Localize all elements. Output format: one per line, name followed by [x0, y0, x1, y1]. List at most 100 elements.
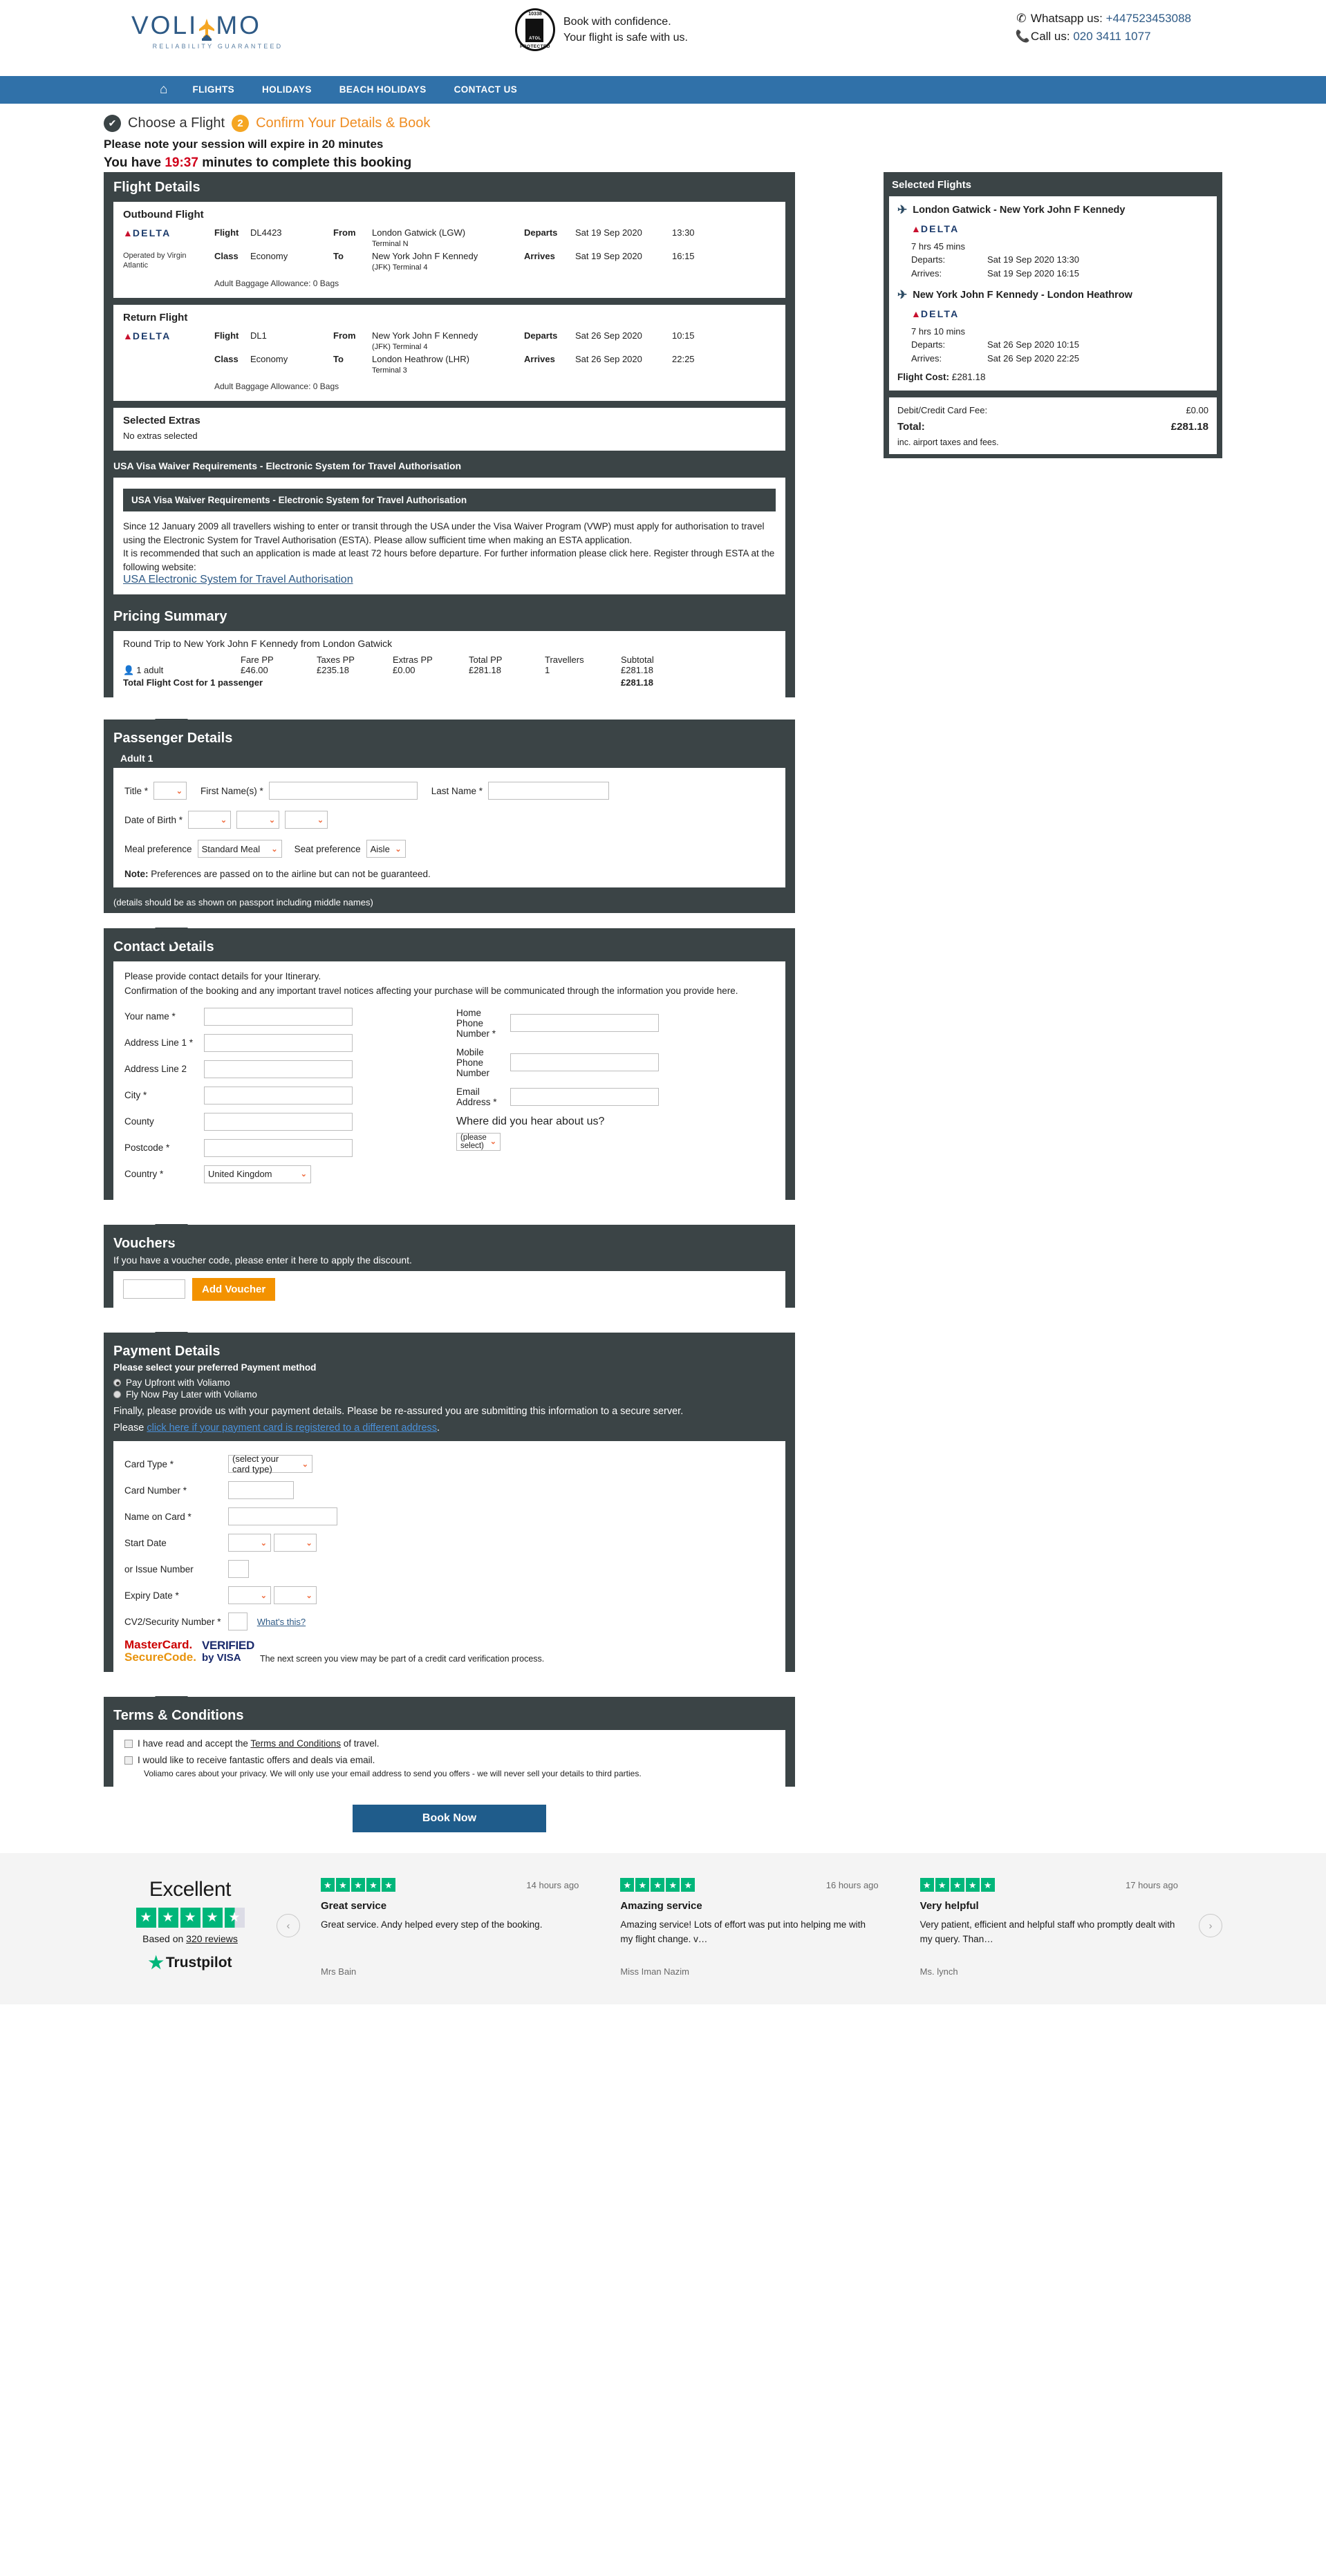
last-name-label: Last Name *	[431, 785, 483, 796]
address2-label: Address Line 2	[124, 1064, 187, 1075]
pricing-subtotal: £281.18	[621, 665, 653, 676]
terms-link[interactable]: Terms and Conditions	[250, 1738, 341, 1749]
seat-select[interactable]: Aisle ⌄	[366, 840, 406, 858]
start-date-month-select[interactable]: ⌄	[228, 1534, 271, 1552]
dob-day-select[interactable]: ⌄	[188, 811, 232, 829]
accept-terms-text: I have read and accept the Terms and Con…	[138, 1738, 379, 1749]
session-suffix: minutes to complete this booking	[198, 155, 412, 170]
cv2-input[interactable]	[228, 1613, 248, 1631]
first-name-input[interactable]	[268, 782, 418, 800]
outbound-arrives-time: 16:15	[672, 251, 695, 262]
card-verify-note: The next screen you view may be part of …	[259, 1654, 545, 1664]
card-type-label: Card Type *	[124, 1458, 174, 1469]
nav-item-flights[interactable]: FLIGHTS	[178, 76, 248, 104]
contact-details-title: Contact Details	[113, 939, 214, 955]
mastercard-securecode-logo: MasterCard. SecureCode.	[124, 1639, 196, 1664]
address1-input[interactable]	[204, 1033, 353, 1052]
atol-label: ATOL	[529, 37, 541, 41]
star-icon: ★	[620, 1878, 635, 1892]
dob-year-select[interactable]: ⌄	[285, 811, 328, 829]
home-icon[interactable]: ⌂	[149, 76, 178, 104]
chevron-down-icon: ⌄	[268, 816, 276, 825]
review-1-body: Great service. Andy helped every step of…	[321, 1919, 543, 1930]
issue-number-input[interactable]	[228, 1560, 249, 1579]
county-input[interactable]	[204, 1112, 353, 1131]
trustpilot-brand-label: Trustpilot	[165, 1955, 232, 1971]
step-1-label[interactable]: Choose a Flight	[128, 115, 225, 131]
call-row[interactable]: 📞Call us: 020 3411 1077	[1016, 28, 1191, 46]
whatsapp-row[interactable]: ✆ Whatsapp us: +447523453088	[1016, 10, 1191, 28]
accept-terms-checkbox[interactable]	[124, 1740, 133, 1749]
outbound-baggage: Adult Baggage Allowance: 0 Bags	[214, 279, 339, 289]
mobile-input[interactable]	[510, 1053, 659, 1072]
last-name-input[interactable]	[488, 782, 610, 800]
city-input[interactable]	[204, 1086, 353, 1104]
star-icon: ★	[351, 1878, 365, 1892]
expiry-month-select[interactable]: ⌄	[228, 1586, 271, 1605]
radio-icon	[113, 1390, 121, 1398]
accept-terms-row[interactable]: I have read and accept the Terms and Con…	[124, 1738, 774, 1749]
visa-paragraph-2: It is recommended that such an applicati…	[123, 548, 775, 572]
nav-item-holidays[interactable]: HOLIDAYS	[248, 76, 326, 104]
your-name-input[interactable]	[204, 1007, 353, 1026]
country-select[interactable]: United Kingdom ⌄	[204, 1165, 311, 1183]
dob-month-select[interactable]: ⌄	[236, 811, 280, 829]
expiry-year-select[interactable]: ⌄	[273, 1586, 317, 1605]
panel-notch	[155, 1331, 188, 1350]
card-type-select[interactable]: (select your card type) ⌄	[228, 1454, 312, 1474]
privacy-note: Voliamo cares about your privacy. We wil…	[144, 1769, 642, 1779]
reviews-prev-button[interactable]: ‹	[277, 1914, 300, 1938]
offers-label: I would like to receive fantastic offers…	[138, 1755, 375, 1766]
card-number-input[interactable]	[228, 1481, 294, 1500]
whats-this-link[interactable]: What's this?	[257, 1617, 306, 1627]
address2-input[interactable]	[204, 1060, 353, 1078]
passenger-details-panel: Passenger Details Adult 1 Title * ⌄ Firs…	[104, 719, 795, 914]
start-date-year-select[interactable]: ⌄	[273, 1534, 317, 1552]
home-phone-input[interactable]	[510, 1014, 659, 1033]
session-timer-row: You have 19:37 minutes to complete this …	[104, 153, 1326, 173]
leg-1-airline-logo: ▲DELTA	[911, 223, 1208, 234]
visa-esta-link[interactable]: USA Electronic System for Travel Authori…	[123, 574, 353, 585]
pricing-total-pp: £281.18	[469, 665, 501, 676]
nav-item-contact-us[interactable]: CONTACT US	[440, 76, 532, 104]
book-now-button[interactable]: Book Now	[353, 1805, 546, 1833]
different-address-link[interactable]: click here if your payment card is regis…	[147, 1422, 437, 1433]
issue-number-row: or Issue Number	[124, 1560, 774, 1579]
outbound-operated-by: Operated by Virgin Atlantic	[123, 252, 187, 270]
star-icon: ★	[321, 1878, 335, 1892]
postcode-input[interactable]	[204, 1138, 353, 1157]
star-icon: ★	[180, 1908, 200, 1928]
card-fee-value: £0.00	[1186, 405, 1208, 416]
hear-about-select[interactable]: (please select) ⌄	[456, 1132, 501, 1151]
chevron-down-icon: ⌄	[300, 1170, 307, 1179]
passenger-footer-note: (details should be as shown on passport …	[113, 897, 373, 908]
return-from-label: From	[333, 330, 356, 341]
mastercard-line-1: MasterCard.	[124, 1638, 193, 1652]
check-icon: ✔	[104, 115, 121, 132]
star-icon: ★	[950, 1878, 964, 1892]
voucher-code-input[interactable]	[123, 1279, 185, 1299]
offers-checkbox[interactable]	[124, 1756, 133, 1765]
site-logo[interactable]: VOLI MO RELIABILITY GUARANTEED	[131, 12, 304, 50]
return-to-label: To	[333, 354, 344, 365]
return-to: London Heathrow (LHR) Terminal 3	[372, 354, 524, 375]
fly-now-pay-later-option[interactable]: Fly Now Pay Later with Voliamo	[104, 1389, 795, 1400]
pay-upfront-option[interactable]: Pay Upfront with Voliamo	[104, 1377, 795, 1389]
selected-flights-title: Selected Flights	[892, 179, 972, 191]
email-input[interactable]	[510, 1087, 659, 1106]
meal-select[interactable]: Standard Meal ⌄	[197, 840, 282, 858]
based-count[interactable]: 320 reviews	[186, 1933, 238, 1944]
start-date-label: Start Date	[124, 1537, 167, 1548]
title-select[interactable]: ⌄	[153, 782, 187, 800]
reviews-next-button[interactable]: ›	[1199, 1914, 1222, 1938]
review-3-top: ★ ★ ★ ★ ★ 17 hours ago	[919, 1878, 1178, 1892]
name-on-card-label: Name on Card *	[124, 1511, 192, 1522]
name-on-card-input[interactable]	[228, 1507, 337, 1526]
payment-different-address-row: Please click here if your payment card i…	[113, 1422, 440, 1433]
nav-item-beach-holidays[interactable]: BEACH HOLIDAYS	[326, 76, 440, 104]
contact-left-col: Your name * Address Line 1 * Address Lin…	[124, 1007, 442, 1192]
leg-2-route-row: ✈ New York John F Kennedy - London Heath…	[897, 288, 1208, 302]
add-voucher-button[interactable]: Add Voucher	[192, 1277, 276, 1301]
vouchers-title: Vouchers	[113, 1235, 176, 1251]
offers-opt-in-row[interactable]: I would like to receive fantastic offers…	[124, 1755, 774, 1765]
